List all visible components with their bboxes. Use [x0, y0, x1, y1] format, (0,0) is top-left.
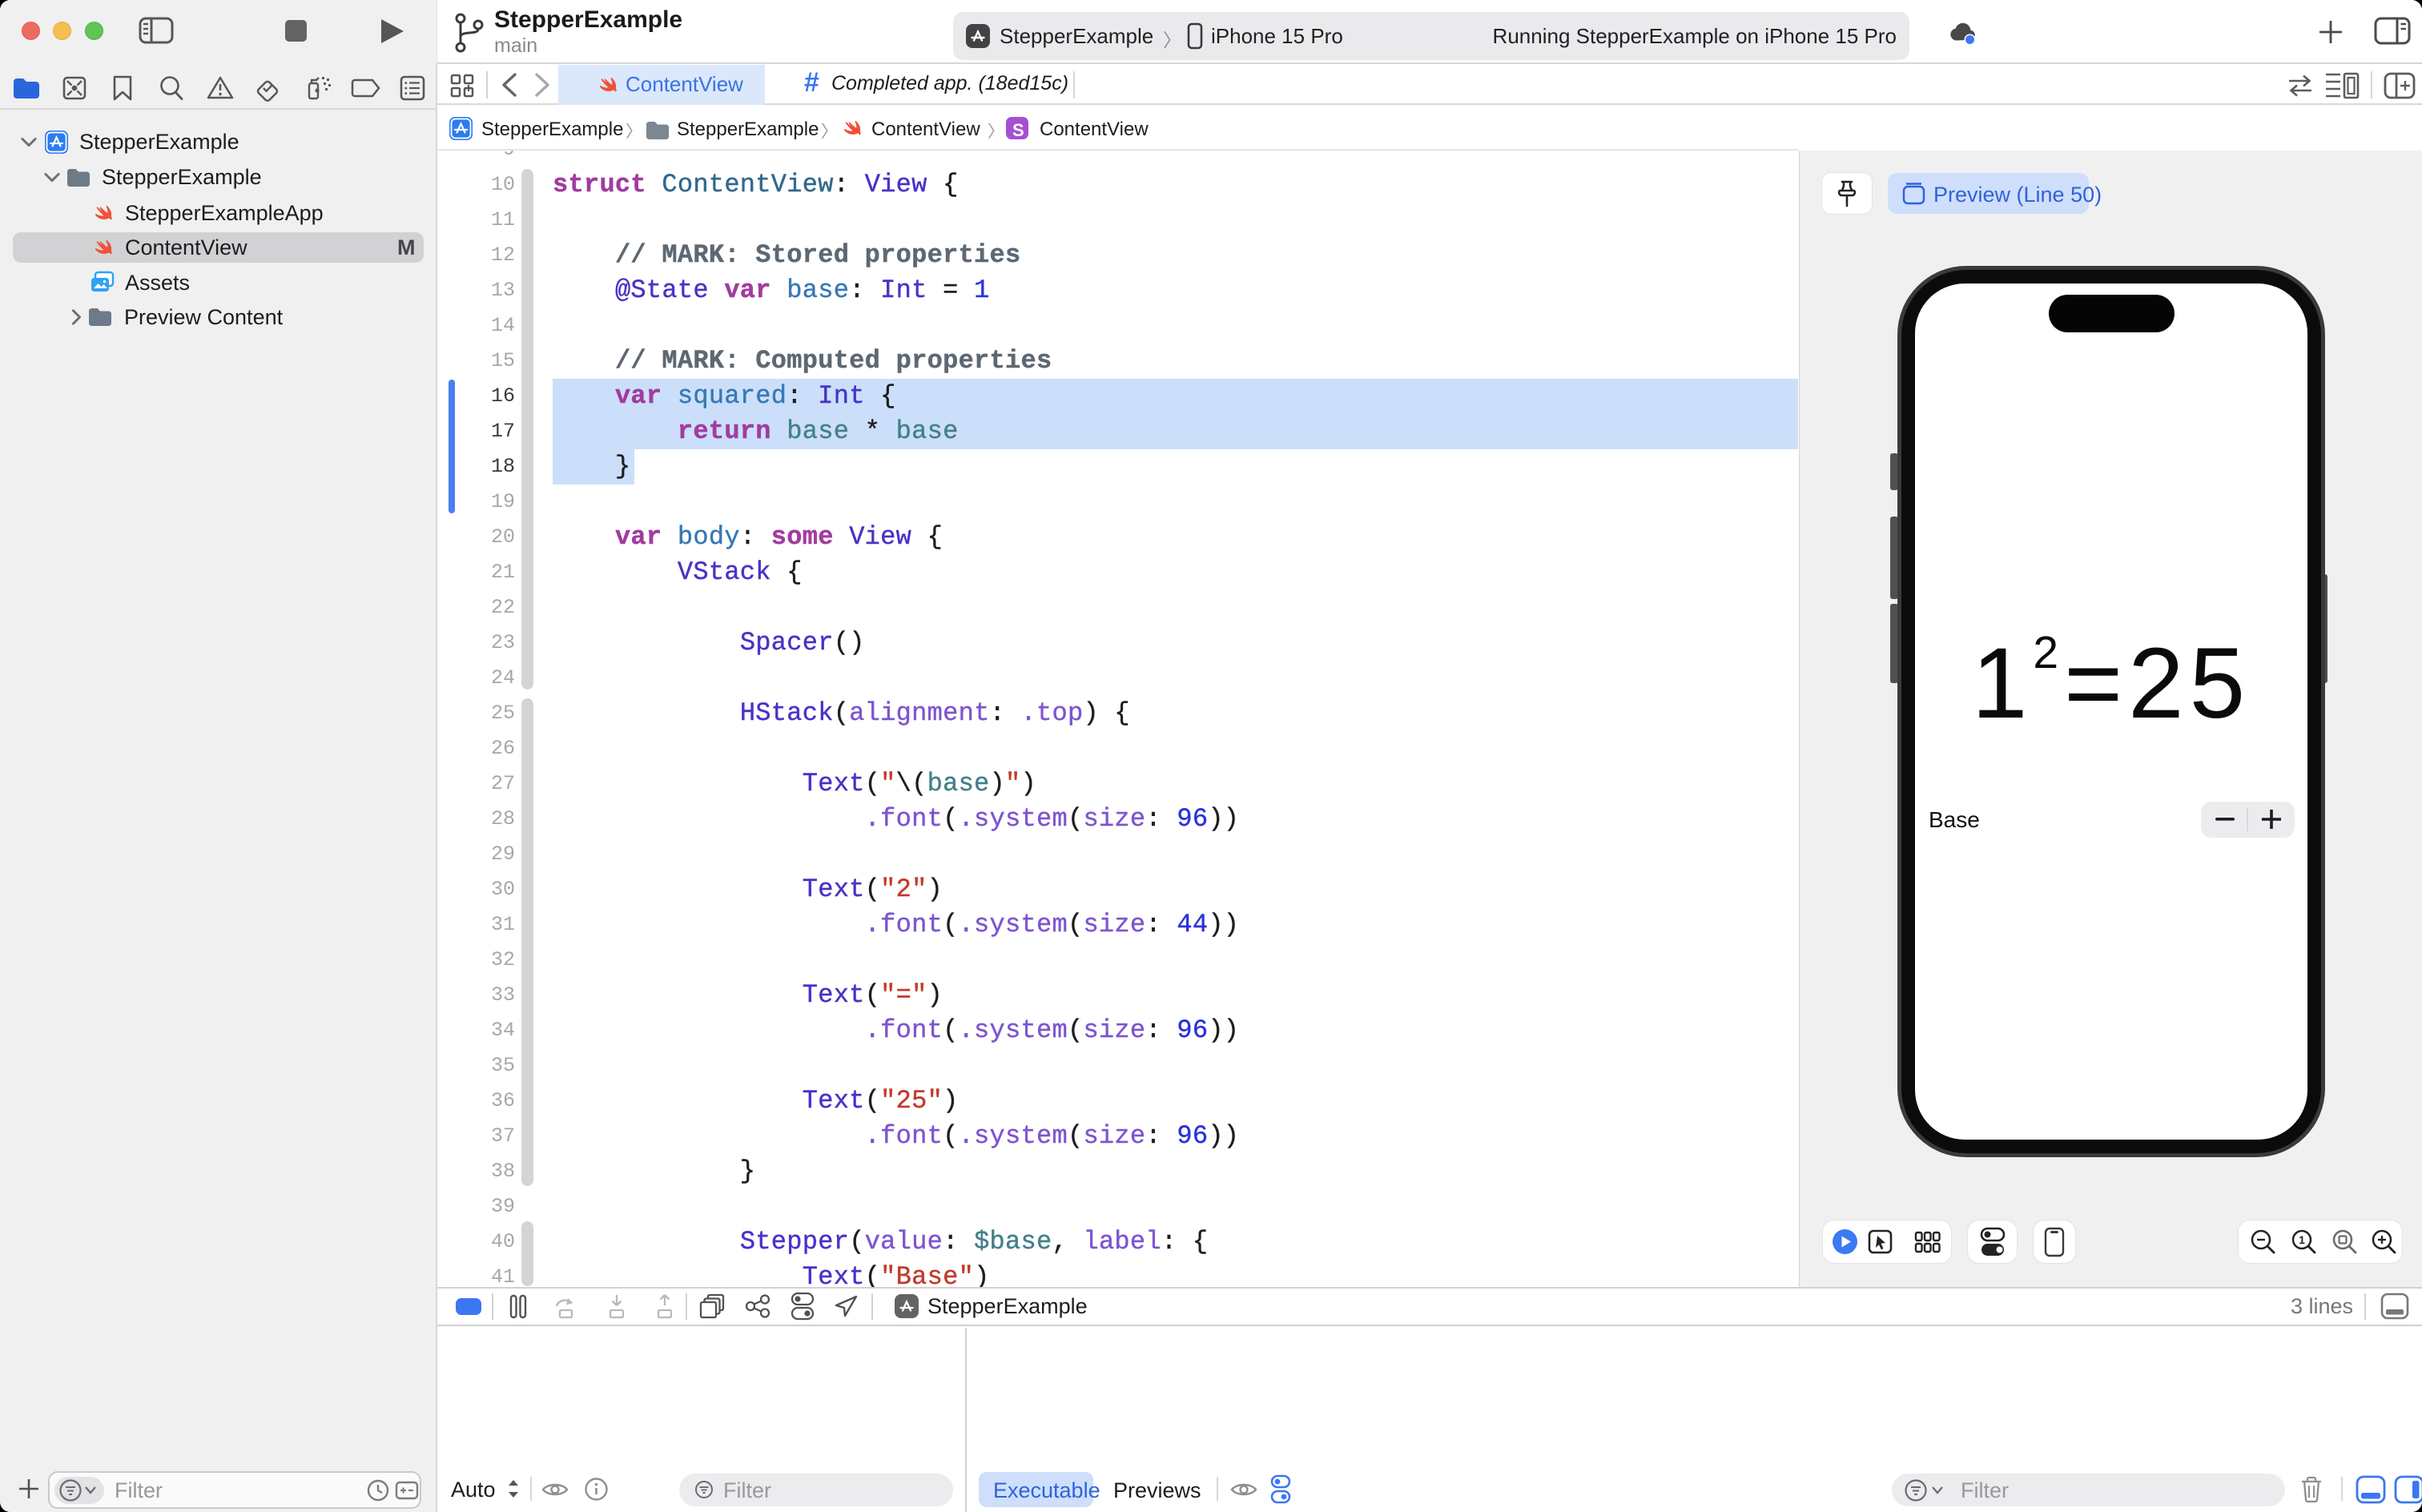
svg-text:1: 1 [2299, 1233, 2305, 1246]
